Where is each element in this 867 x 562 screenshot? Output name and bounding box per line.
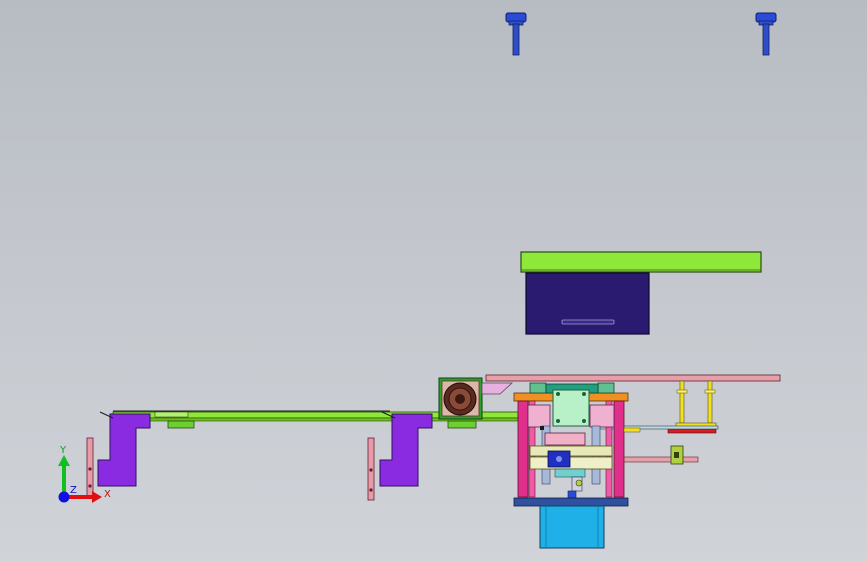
triad-x-label: X: [104, 489, 111, 500]
triad-z-label: Z: [70, 485, 77, 496]
bracket-left: [86, 411, 151, 497]
locating-pin-left: [505, 12, 527, 56]
top-green-plate: [520, 251, 762, 273]
triad-y-label: Y: [59, 445, 67, 456]
cad-viewport[interactable]: Y X Z: [0, 0, 867, 562]
locating-pin-right: [755, 12, 777, 56]
drive-motor: [438, 377, 483, 420]
bracket-right: [367, 411, 433, 501]
yellow-posts: [667, 380, 717, 434]
lift-assembly: [513, 382, 641, 549]
upper-guide-rail: [485, 374, 781, 382]
motor-housing-box: [525, 272, 650, 335]
motor-bracket-pink: [481, 382, 514, 395]
